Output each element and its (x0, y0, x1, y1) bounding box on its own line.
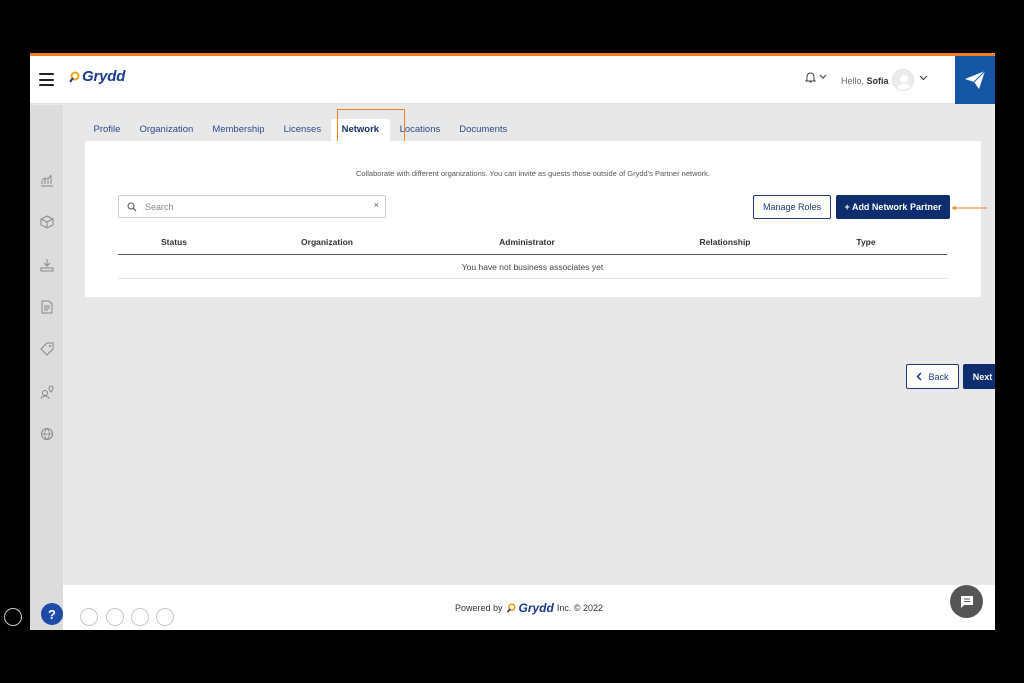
paper-plane-icon (965, 70, 986, 89)
chart-icon[interactable] (39, 172, 55, 188)
user-greeting: Hello, Sofia (841, 76, 889, 86)
notifications-button[interactable] (805, 71, 827, 83)
bell-icon (805, 72, 816, 83)
player-prev-icon[interactable] (4, 608, 22, 626)
footer-logo-mark-icon (506, 603, 516, 613)
column-header-status[interactable]: Status (161, 237, 187, 247)
next-label: Next (972, 371, 993, 382)
player-layout-icon[interactable] (131, 608, 149, 626)
footer: Powered by Grydd Inc. © 2022 (63, 585, 995, 630)
powered-prefix: Powered by (454, 603, 503, 613)
network-card: Collaborate with different organizations… (85, 141, 981, 297)
back-label: Back (928, 371, 949, 382)
user-menu-chevron-icon[interactable] (919, 75, 928, 81)
logo-text: Grydd (82, 68, 126, 85)
document-icon[interactable] (39, 299, 55, 315)
logo[interactable]: Grydd (68, 68, 125, 85)
download-icon[interactable] (39, 257, 55, 273)
main-content: Profile Organization Membership Licenses… (63, 105, 995, 585)
search-icon (127, 202, 137, 212)
network-description: Collaborate with different organizations… (356, 169, 710, 178)
logo-mark-icon (69, 71, 80, 83)
menu-icon[interactable] (39, 73, 54, 86)
help-button[interactable]: ? (41, 603, 63, 625)
user-location-icon[interactable] (39, 384, 55, 400)
tab-network[interactable]: Network (330, 119, 391, 141)
top-header: Grydd Hello, Sofia (30, 56, 995, 104)
app-window: Grydd Hello, Sofia Profile Organization … (30, 53, 995, 630)
player-more-icon[interactable] (156, 608, 174, 626)
send-button[interactable] (955, 56, 995, 104)
back-button[interactable]: Back (906, 364, 959, 389)
annotation-arrow-icon (951, 206, 987, 210)
tag-icon[interactable] (39, 341, 55, 357)
tab-bar: Profile Organization Membership Licenses… (84, 119, 517, 141)
chat-button[interactable] (950, 585, 983, 618)
clear-search-icon[interactable]: × (374, 200, 379, 210)
chevron-left-icon (916, 372, 923, 381)
powered-by: Powered by Grydd Inc. © 2022 (63, 601, 995, 615)
side-rail (30, 105, 63, 630)
chevron-down-icon (819, 74, 827, 79)
search-box: × (118, 195, 386, 218)
avatar[interactable] (892, 69, 914, 91)
footer-copyright: Inc. © 2022 (556, 603, 604, 613)
tab-profile[interactable]: Profile (84, 119, 130, 141)
box-icon[interactable] (39, 214, 55, 230)
manage-roles-button[interactable]: Manage Roles (753, 195, 831, 219)
footer-brand: Grydd (518, 601, 554, 615)
table-header: Status Organization Administrator Relati… (118, 237, 947, 255)
search-input[interactable] (145, 199, 365, 214)
tab-licenses[interactable]: Licenses (274, 119, 331, 141)
player-copy-icon[interactable] (80, 608, 98, 626)
tab-locations[interactable]: Locations (390, 119, 450, 141)
column-header-relationship[interactable]: Relationship (699, 237, 750, 247)
chat-icon (960, 595, 973, 608)
next-button[interactable]: Next (963, 364, 995, 389)
player-zoom-icon[interactable] (106, 608, 124, 626)
tab-membership[interactable]: Membership (203, 119, 274, 141)
tab-documents[interactable]: Documents (450, 119, 517, 141)
globe-settings-icon[interactable] (39, 426, 55, 442)
tab-organization[interactable]: Organization (130, 119, 203, 141)
column-header-organization[interactable]: Organization (301, 237, 353, 247)
add-network-partner-button[interactable]: + Add Network Partner (836, 195, 950, 219)
column-header-administrator[interactable]: Administrator (499, 237, 555, 247)
empty-table-message: You have not business associates yet (118, 255, 947, 279)
column-header-type[interactable]: Type (856, 237, 875, 247)
user-name: Sofia (866, 76, 889, 86)
greeting-text: Hello, (841, 76, 865, 86)
